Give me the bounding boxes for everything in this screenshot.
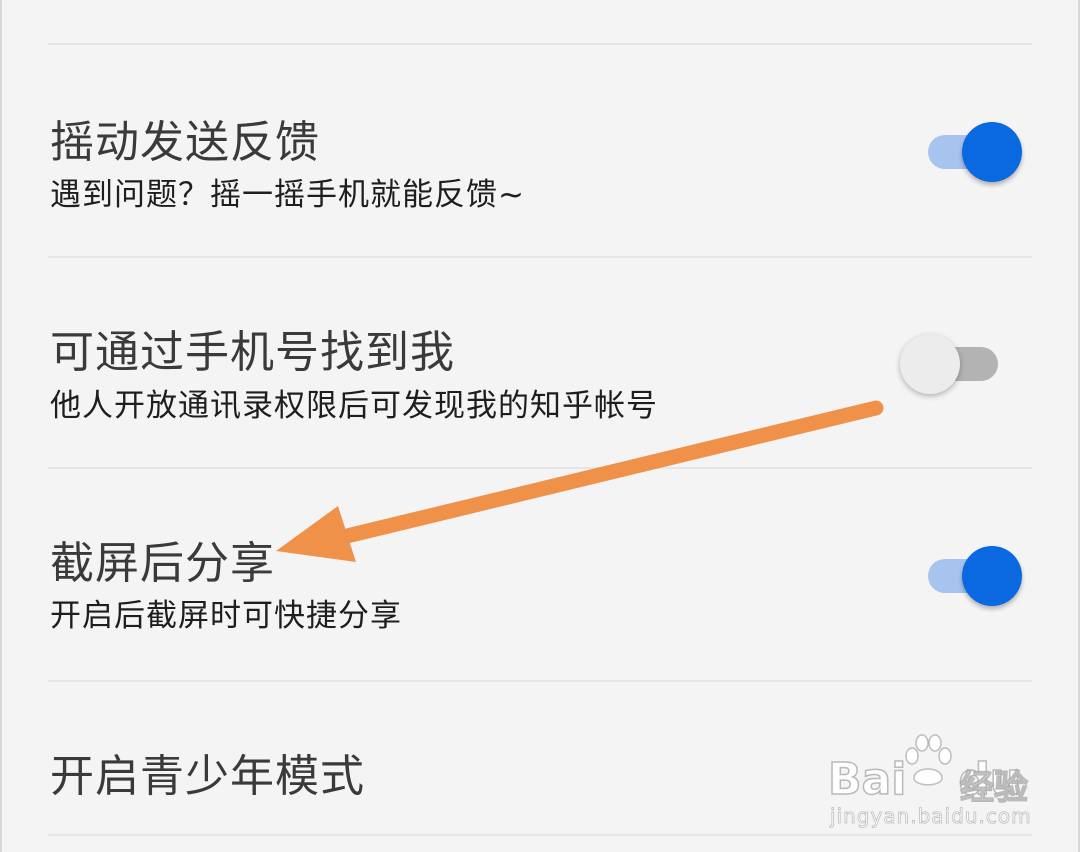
setting-row-shake-feedback[interactable]: 摇动发送反馈 遇到问题？摇一摇手机就能反馈~ [48, 44, 1032, 256]
screenshot-share-toggle[interactable] [926, 542, 1026, 606]
setting-row-screenshot-share[interactable]: 截屏后分享 开启后截屏时可快捷分享 [48, 469, 1032, 681]
left-edge [0, 0, 2, 852]
settings-screen: 摇动发送反馈 遇到问题？摇一摇手机就能反馈~ 可通过手机号找到我 他人开放通讯录… [0, 0, 1080, 852]
find-by-phone-toggle[interactable] [900, 330, 1000, 394]
toggle-thumb [962, 122, 1022, 182]
setting-row-teen-mode[interactable]: 开启青少年模式 [48, 682, 1032, 832]
shake-feedback-toggle[interactable] [926, 118, 1026, 182]
toggle-thumb [900, 334, 960, 394]
setting-title: 摇动发送反馈 [50, 117, 320, 168]
setting-row-find-by-phone[interactable]: 可通过手机号找到我 他人开放通讯录权限后可发现我的知乎帐号 [48, 258, 1032, 468]
setting-subtitle: 他人开放通讯录权限后可发现我的知乎帐号 [50, 388, 658, 424]
setting-title: 可通过手机号找到我 [50, 327, 455, 378]
setting-title: 截屏后分享 [50, 538, 275, 589]
toggle-thumb [962, 546, 1022, 606]
setting-title: 开启青少年模式 [50, 751, 365, 802]
setting-subtitle: 开启后截屏时可快捷分享 [50, 598, 402, 634]
setting-subtitle: 遇到问题？摇一摇手机就能反馈~ [50, 177, 525, 213]
divider [48, 834, 1032, 836]
